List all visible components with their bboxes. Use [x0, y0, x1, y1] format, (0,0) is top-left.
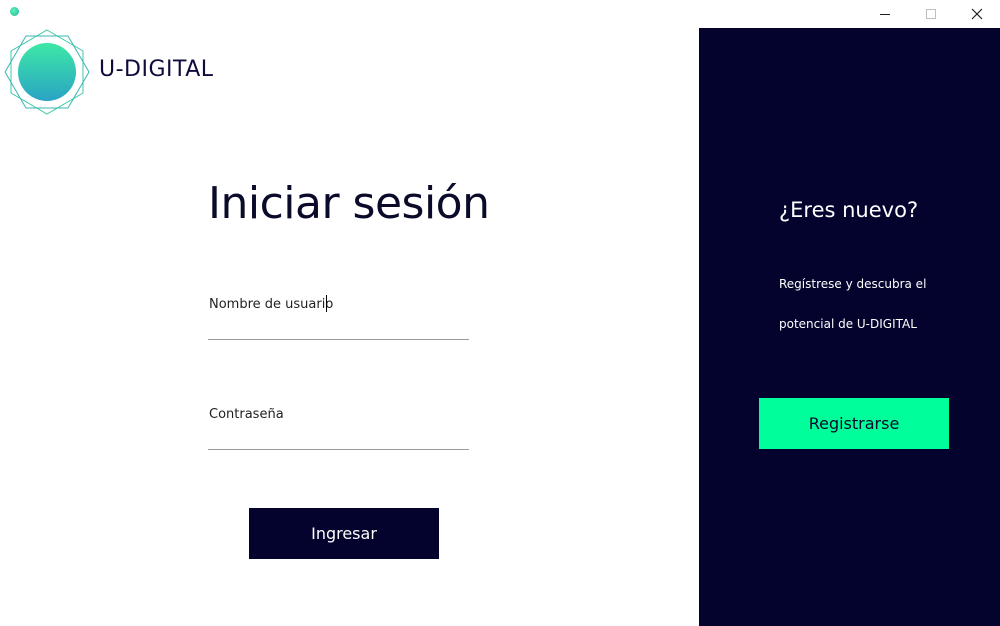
app-window: U-DIGITAL Iniciar sesión Ingresar ¿Eres … [0, 0, 1000, 626]
app-icon [10, 7, 19, 16]
close-icon [971, 8, 983, 20]
username-field[interactable] [208, 290, 470, 340]
text-caret [326, 295, 327, 312]
login-button[interactable]: Ingresar [249, 508, 439, 559]
maximize-button[interactable] [908, 0, 954, 28]
brand-name: U-DIGITAL [99, 57, 214, 82]
signup-description-line2: potencial de U-DIGITAL [779, 317, 917, 331]
login-title: Iniciar sesión [208, 178, 490, 229]
signup-title: ¿Eres nuevo? [779, 198, 919, 222]
register-button[interactable]: Registrarse [759, 398, 949, 449]
password-input[interactable] [209, 400, 470, 428]
signup-description-line1: Regístrese y descubra el [779, 277, 927, 291]
hexagon-circle-logo [4, 29, 90, 115]
signup-panel: ¿Eres nuevo? Regístrese y descubra el po… [699, 28, 1000, 626]
close-button[interactable] [954, 0, 1000, 28]
minimize-button[interactable] [862, 0, 908, 28]
password-field[interactable] [208, 400, 470, 450]
title-bar [0, 0, 1000, 28]
maximize-icon [926, 9, 936, 19]
minimize-icon [880, 14, 890, 15]
username-input[interactable] [209, 290, 470, 318]
